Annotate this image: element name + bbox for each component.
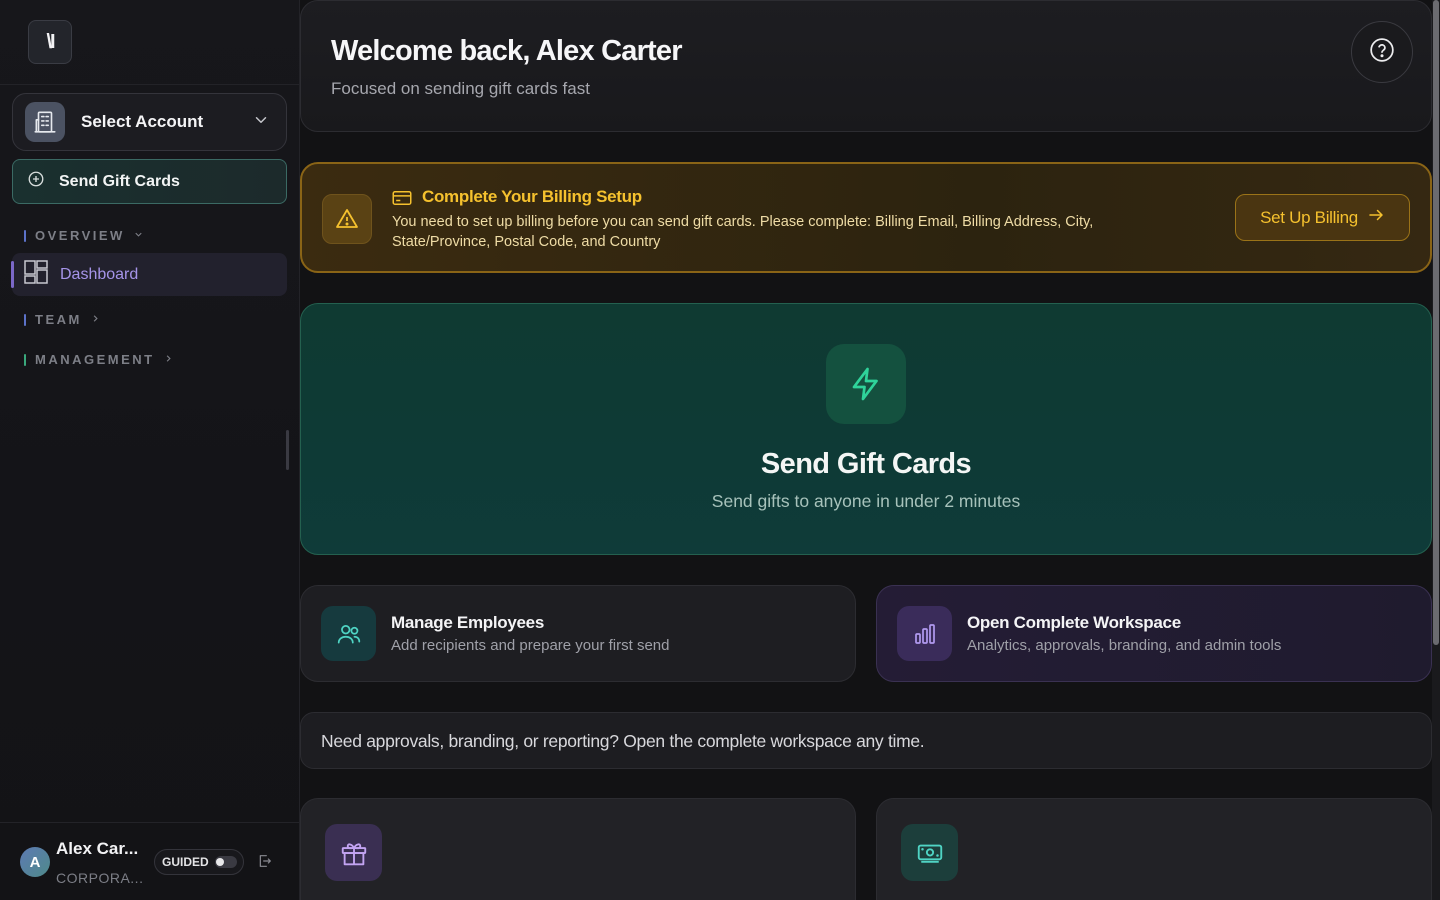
open-workspace-subtitle: Analytics, approvals, branding, and admi… [967, 637, 1282, 654]
set-up-billing-button[interactable]: Set Up Billing [1235, 194, 1410, 241]
chevron-right-icon [90, 312, 101, 327]
sidebar: \I Select Account Send Gift Cards OVERVI… [0, 0, 300, 900]
workspace-note: Need approvals, branding, or reporting? … [300, 712, 1432, 769]
money-icon [901, 824, 958, 881]
gift-card-tile[interactable] [300, 798, 856, 900]
account-select-label: Select Account [81, 112, 204, 131]
logout-icon[interactable] [257, 853, 273, 874]
user-name: Alex Car... [56, 839, 139, 858]
manage-employees-title: Manage Employees [391, 613, 544, 632]
section-management-label: MANAGEMENT [35, 352, 155, 367]
section-overview[interactable]: OVERVIEW [24, 228, 144, 243]
send-gift-cards-card[interactable]: Send Gift Cards Send gifts to anyone in … [300, 303, 1432, 555]
section-accent [24, 229, 26, 242]
plus-circle-icon [27, 170, 45, 193]
manage-employees-card[interactable]: Manage Employees Add recipients and prep… [300, 585, 856, 682]
sidebar-item-dashboard[interactable]: Dashboard [11, 253, 287, 296]
active-indicator [11, 261, 14, 288]
chevron-down-icon [252, 111, 270, 134]
bar-chart-icon [897, 606, 952, 661]
credit-card-icon [392, 190, 412, 211]
dashboard-icon [24, 260, 48, 289]
sidebar-resize-handle[interactable] [286, 430, 289, 470]
send-gift-cards-label: Send Gift Cards [59, 172, 180, 190]
toggle-switch[interactable] [214, 856, 237, 868]
section-team-label: TEAM [35, 312, 82, 327]
set-up-billing-label: Set Up Billing [1260, 207, 1358, 227]
welcome-header: Welcome back, Alex Carter Focused on sen… [300, 0, 1432, 132]
building-icon [25, 102, 65, 142]
help-button[interactable] [1351, 21, 1413, 83]
payments-tile[interactable] [876, 798, 1432, 900]
workspace-note-text: Need approvals, branding, or reporting? … [321, 731, 925, 751]
arrow-right-icon [1367, 206, 1385, 229]
user-profile: A Alex Car... CORPORA... GUIDED [0, 822, 300, 900]
page-subtitle: Focused on sending gift cards fast [331, 79, 590, 98]
open-workspace-title: Open Complete Workspace [967, 613, 1181, 632]
section-management[interactable]: MANAGEMENT [24, 352, 174, 367]
guided-mode-label: GUIDED [162, 855, 209, 869]
page-title: Welcome back, Alex Carter [331, 35, 683, 67]
chevron-down-icon [133, 228, 144, 243]
app-logo[interactable]: \I [28, 20, 72, 64]
billing-alert-title: Complete Your Billing Setup [422, 187, 642, 206]
section-accent [24, 353, 26, 366]
section-accent [24, 313, 26, 326]
billing-alert-text: You need to set up billing before you ca… [392, 214, 1094, 250]
lightning-icon [826, 344, 906, 424]
billing-alert: Complete Your Billing Setup You need to … [300, 162, 1432, 273]
account-select[interactable]: Select Account [12, 93, 287, 151]
users-icon [321, 606, 376, 661]
gift-icon [325, 824, 382, 881]
hero-title: Send Gift Cards [760, 448, 972, 480]
scrollbar-thumb[interactable] [1433, 0, 1439, 645]
chevron-right-icon [163, 352, 174, 367]
section-team[interactable]: TEAM [24, 312, 101, 327]
open-workspace-card[interactable]: Open Complete Workspace Analytics, appro… [876, 585, 1432, 682]
avatar[interactable]: A [20, 847, 50, 877]
warning-icon [322, 194, 372, 244]
hero-subtitle: Send gifts to anyone in under 2 minutes [711, 491, 1021, 511]
logo-row: \I [0, 0, 299, 85]
send-gift-cards-button[interactable]: Send Gift Cards [12, 159, 287, 204]
manage-employees-subtitle: Add recipients and prepare your first se… [391, 637, 670, 654]
user-org: CORPORA... [56, 870, 144, 886]
sidebar-item-dashboard-label: Dashboard [60, 265, 139, 283]
help-icon [1369, 37, 1395, 68]
guided-mode-toggle[interactable]: GUIDED [154, 849, 244, 875]
section-overview-label: OVERVIEW [35, 228, 125, 243]
